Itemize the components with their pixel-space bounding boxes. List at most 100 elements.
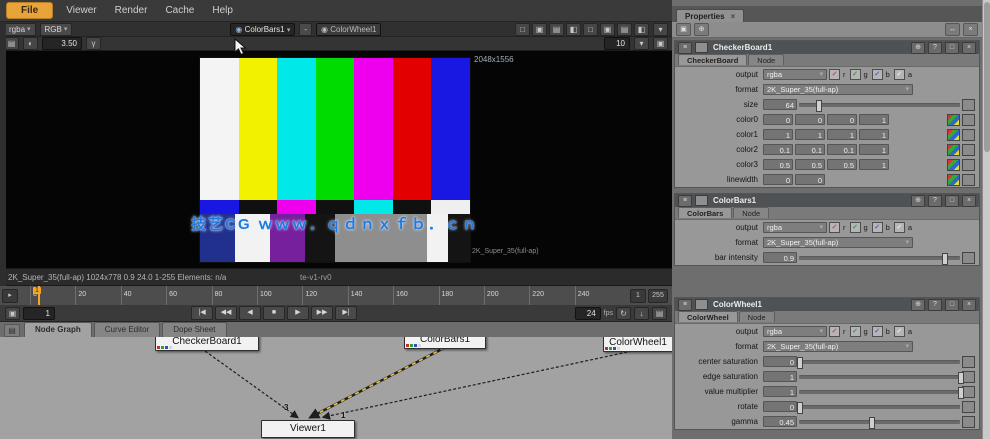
node-viewer1[interactable]: Viewer1 — [261, 420, 355, 438]
slider-track[interactable] — [799, 386, 964, 399]
tab-colorwheel[interactable]: ColorWheel — [678, 311, 738, 322]
value-field[interactable]: 64 — [763, 99, 797, 110]
value-field[interactable]: 1 — [859, 144, 889, 155]
gain-icon[interactable]: ◐ — [23, 37, 38, 50]
menu-item-render[interactable]: Render — [106, 2, 157, 19]
value-field[interactable]: 1 — [763, 129, 793, 140]
channels-dropdown[interactable]: rgba ▾ — [763, 69, 827, 80]
center-node-icon[interactable]: ⊕ — [911, 298, 925, 311]
slider-track[interactable] — [799, 99, 960, 112]
animation-menu-button[interactable] — [962, 415, 975, 428]
menu-item-cache[interactable]: Cache — [156, 2, 203, 19]
value-field[interactable]: 0 — [763, 174, 793, 185]
frame-lock-icon[interactable]: ▣ — [5, 306, 20, 320]
viewer-display-icon-3[interactable]: ◧ — [566, 22, 581, 36]
close-icon[interactable]: × — [962, 194, 976, 207]
tab-properties[interactable]: Properties × — [676, 9, 745, 22]
float-panel-icon[interactable]: □ — [945, 194, 959, 207]
slider-handle[interactable] — [816, 99, 823, 112]
next-frame-button[interactable]: ▶▶ — [311, 306, 333, 320]
node-color-chip[interactable] — [695, 299, 708, 310]
stop-button[interactable]: ■ — [263, 306, 285, 320]
format-dropdown[interactable]: 2K_Super_35(full-ap) ▾ — [763, 84, 913, 95]
color-picker-button[interactable] — [962, 158, 975, 171]
tab-node[interactable]: Node — [748, 54, 785, 65]
viewer-display-icon-2[interactable]: ▤ — [549, 22, 564, 36]
menu-item-viewer[interactable]: Viewer — [57, 2, 105, 19]
checkbox-r[interactable]: ✓ — [829, 326, 840, 337]
panel-menu-icon[interactable]: ▤ — [4, 324, 20, 337]
viewer-input-a[interactable]: ◉ ColorBars1 ▾ — [230, 22, 296, 36]
timeline-range-out[interactable]: 255 — [648, 289, 668, 303]
channels-dropdown[interactable]: rgba ▾ — [763, 326, 827, 337]
value-field[interactable]: 0.5 — [763, 159, 793, 170]
viewer-display-icon-5[interactable]: ▣ — [600, 22, 615, 36]
color-picker-button[interactable] — [962, 113, 975, 126]
slider-handle[interactable] — [869, 416, 876, 429]
tab-checkerboard[interactable]: CheckerBoard — [678, 54, 748, 65]
viewer-display-icon-7[interactable]: ◧ — [634, 22, 649, 36]
sync-panels-icon[interactable]: ↔ — [945, 23, 960, 36]
node-color-chip[interactable] — [695, 42, 708, 53]
value-field[interactable]: 0 — [795, 174, 825, 185]
color-swatch-button[interactable] — [947, 143, 960, 156]
value-field[interactable]: 1 — [859, 159, 889, 170]
value-field[interactable]: 1 — [859, 114, 889, 125]
node-checkerboard1[interactable]: CheckerBoard1 — [155, 337, 259, 351]
tab-dope-sheet[interactable]: Dope Sheet — [162, 322, 227, 337]
value-field[interactable]: 0.9 — [763, 252, 797, 263]
tab-node[interactable]: Node — [738, 311, 775, 322]
value-field[interactable]: 0 — [763, 356, 797, 367]
layer-select[interactable]: rgba ▾ — [4, 22, 36, 36]
slider-track[interactable] — [799, 416, 960, 429]
close-icon[interactable]: × — [962, 298, 976, 311]
timeline-left-button[interactable]: ▸ — [2, 289, 18, 303]
checkbox-a[interactable]: ✓ — [893, 222, 905, 233]
animation-menu-button[interactable] — [962, 251, 975, 264]
slider-handle[interactable] — [958, 371, 964, 384]
help-icon[interactable]: ? — [928, 41, 942, 54]
slider-track[interactable] — [799, 252, 960, 265]
animation-menu-button[interactable] — [962, 355, 975, 368]
checkbox-g[interactable]: ✓ — [849, 222, 861, 233]
viewer-display-icon-6[interactable]: ▤ — [617, 22, 632, 36]
value-field[interactable]: 0 — [827, 114, 857, 125]
viewer-input-b[interactable]: ◉ ColorWheel1 — [316, 22, 382, 36]
value-field[interactable]: 1 — [859, 129, 889, 140]
close-icon[interactable]: × — [962, 41, 976, 54]
tab-node[interactable]: Node — [733, 207, 770, 218]
slider-track[interactable] — [799, 371, 964, 384]
menu-icon[interactable]: ≡ — [678, 194, 692, 207]
viewer-canvas[interactable]: 2048x1556 2K_Super_35(full-ap) 技艺CG ｗｗｗ．… — [0, 51, 672, 268]
format-dropdown[interactable]: 2K_Super_35(full-ap) ▾ — [763, 237, 913, 248]
timeline-range-in[interactable]: 1 — [630, 289, 646, 303]
node-graph-canvas[interactable]: CheckerBoard1 ColorBars1 ColorWheel1 Viewer… — [0, 337, 672, 439]
viewer-options-dropdown[interactable]: ▾ — [653, 22, 668, 36]
value-field[interactable]: 1 — [763, 371, 797, 382]
float-panel-icon[interactable]: □ — [945, 41, 959, 54]
prev-frame-button[interactable]: ◀◀ — [215, 306, 237, 320]
color-swatch-button[interactable] — [947, 128, 960, 141]
color-picker-button[interactable] — [962, 173, 975, 186]
tab-curve-editor[interactable]: Curve Editor — [93, 322, 161, 337]
loop-mode-icon[interactable]: ↻ — [616, 306, 631, 320]
value-field[interactable]: 0.5 — [827, 159, 857, 170]
color-swatch-button[interactable] — [947, 113, 960, 126]
value-field[interactable]: 0 — [763, 114, 793, 125]
skip-start-button[interactable]: |◀ — [191, 306, 213, 320]
value-field[interactable]: 1 — [827, 129, 857, 140]
menu-item-help[interactable]: Help — [203, 2, 242, 19]
value-field[interactable]: 0.5 — [795, 159, 825, 170]
gain-value-field[interactable]: 3.50 — [42, 37, 82, 50]
tab-colorbars[interactable]: ColorBars — [678, 207, 733, 218]
value-field[interactable]: 0.1 — [763, 144, 793, 155]
menu-icon[interactable]: ≡ — [678, 298, 692, 311]
slider-handle[interactable] — [797, 356, 803, 369]
value-field[interactable]: 0.1 — [827, 144, 857, 155]
skip-end-button[interactable]: ▶| — [335, 306, 357, 320]
help-icon[interactable]: ? — [928, 194, 942, 207]
zoom-dropdown[interactable]: ▾ — [634, 37, 649, 50]
slider-track[interactable] — [797, 401, 960, 414]
channels-dropdown[interactable]: rgba ▾ — [763, 222, 827, 233]
slider-handle[interactable] — [797, 401, 803, 414]
